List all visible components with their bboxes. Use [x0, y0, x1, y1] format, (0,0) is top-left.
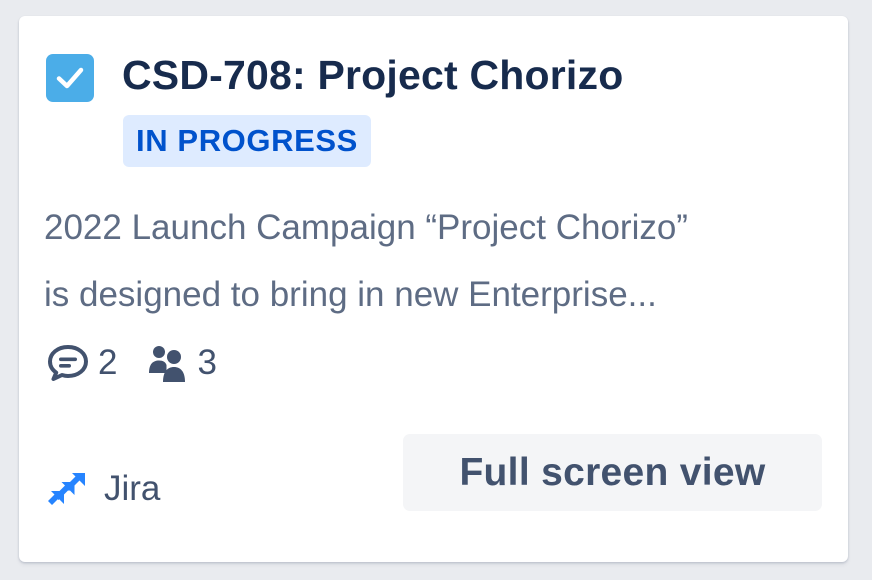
description-line: is designed to bring in new Enterprise..… [44, 275, 657, 314]
comment-icon [48, 345, 88, 381]
source-app-name: Jira [104, 469, 161, 508]
issue-preview-card: CSD-708: Project Chorizo IN PROGRESS 202… [19, 16, 848, 562]
comments-count: 2 [98, 343, 118, 382]
jira-logo-icon [48, 473, 85, 505]
issue-title[interactable]: CSD-708: Project Chorizo [122, 52, 623, 99]
task-checkbox-icon [46, 54, 94, 102]
description-line: 2022 Launch Campaign “Project Chorizo” [44, 208, 688, 247]
full-screen-view-button[interactable]: Full screen view [403, 434, 822, 511]
people-icon [149, 346, 186, 382]
issue-meta: 2 3 [46, 341, 245, 385]
source-app[interactable]: Jira [46, 467, 160, 511]
watchers-count-item: 3 [145, 343, 217, 383]
comments-count-item: 2 [46, 343, 117, 383]
watchers-count: 3 [197, 343, 217, 382]
issue-description: 2022 Launch Campaign “Project Chorizo” i… [44, 194, 834, 328]
status-badge: IN PROGRESS [123, 115, 371, 167]
